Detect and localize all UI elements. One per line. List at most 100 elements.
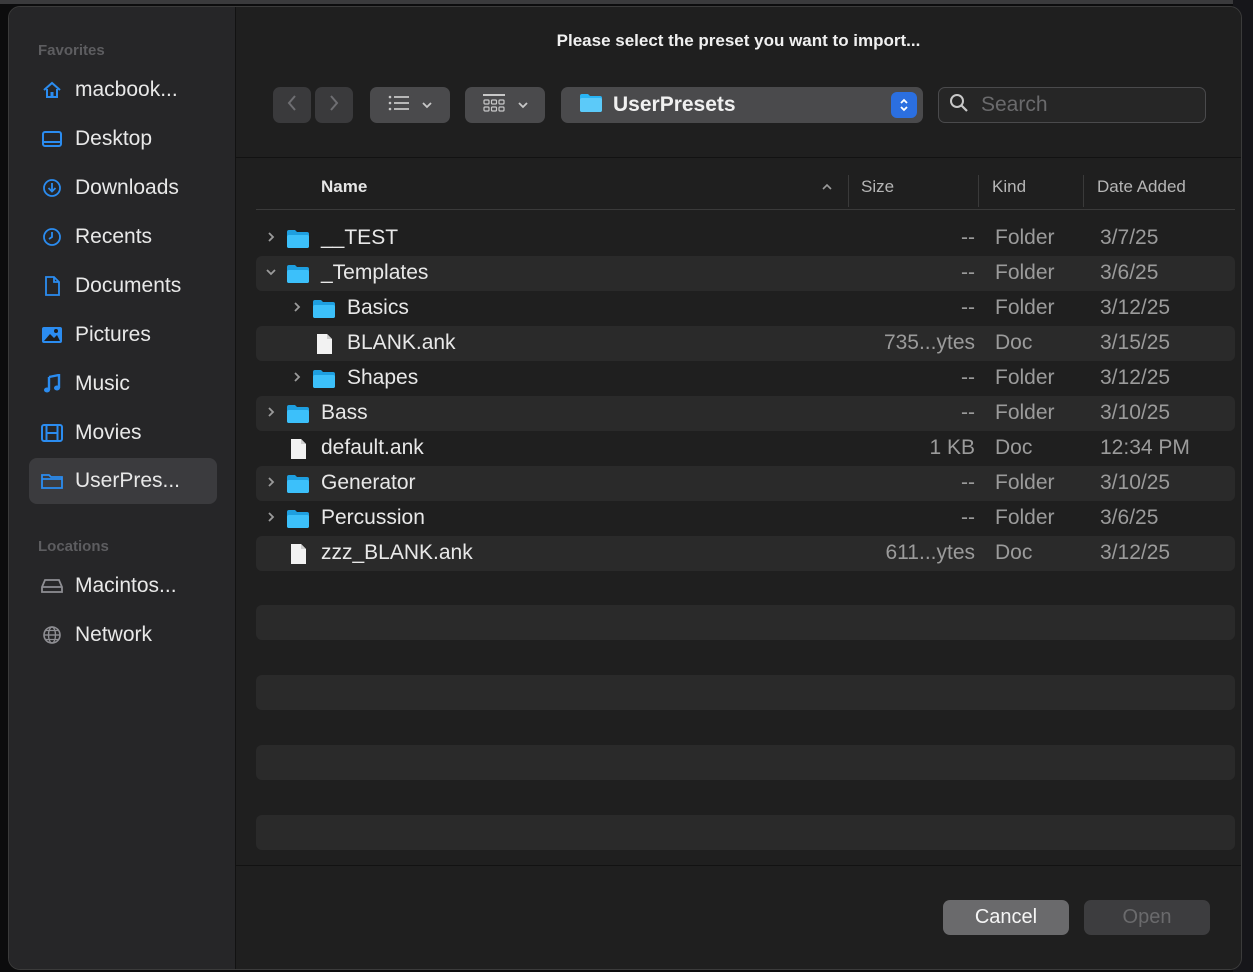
folder-icon (579, 93, 603, 118)
disclosure-collapsed-icon[interactable] (264, 404, 278, 420)
disclosure-collapsed-icon[interactable] (290, 369, 304, 385)
file-name: Basics (347, 296, 409, 319)
file-size: 1 KB (929, 436, 975, 459)
sidebar-item-recents[interactable]: Recents (29, 214, 217, 260)
list-icon (388, 95, 410, 116)
sidebar-item-label: Movies (75, 421, 142, 444)
file-kind: Folder (995, 226, 1055, 249)
column-separator (978, 175, 979, 207)
main-panel: Please select the preset you want to imp… (236, 7, 1241, 969)
folder-icon (286, 403, 310, 425)
sidebar-item-movies[interactable]: Movies (29, 410, 217, 456)
file-row[interactable]: Generator -- Folder 3/10/25 (256, 466, 1235, 501)
locations-section-title: Locations (38, 538, 109, 555)
file-row[interactable]: Percussion -- Folder 3/6/25 (256, 501, 1235, 536)
column-header-row: Name Size Kind Date Added (236, 169, 1241, 209)
cancel-button[interactable]: Cancel (943, 900, 1069, 935)
sidebar-item-label: Macintos... (75, 574, 177, 597)
file-row[interactable]: Shapes -- Folder 3/12/25 (256, 361, 1235, 396)
disclosure-collapsed-icon[interactable] (264, 474, 278, 490)
sidebar-item-userpresets[interactable]: UserPres... (29, 458, 217, 504)
file-row[interactable]: default.ank 1 KB Doc 12:34 PM (256, 431, 1235, 466)
movies-icon (41, 422, 63, 444)
sidebar-item-music[interactable]: Music (29, 361, 217, 407)
open-file-dialog: Favorites macbook... Desktop Downloads R… (8, 6, 1242, 970)
sidebar-item-macintosh-hd[interactable]: Macintos... (29, 563, 217, 609)
header-divider (256, 209, 1235, 210)
file-row[interactable]: BLANK.ank 735...ytes Doc 3/15/25 (256, 326, 1235, 361)
sidebar-item-label: Documents (75, 274, 182, 297)
background-window-edge (0, 0, 1253, 4)
empty-row-stripe (256, 675, 1235, 710)
folder-icon (286, 263, 310, 285)
sidebar-item-label: macbook... (75, 78, 178, 101)
disclosure-collapsed-icon[interactable] (264, 229, 278, 245)
file-size: 735...ytes (883, 331, 975, 354)
empty-row-stripe (256, 815, 1235, 850)
sidebar-item-documents[interactable]: Documents (29, 263, 217, 309)
favorites-section-title: Favorites (38, 42, 105, 59)
sidebar-item-desktop[interactable]: Desktop (29, 116, 217, 162)
pictures-icon (41, 324, 63, 346)
column-header-size[interactable]: Size (861, 177, 894, 197)
list-view-button[interactable] (370, 87, 450, 123)
file-size: -- (961, 401, 975, 424)
file-kind: Folder (995, 296, 1055, 319)
sort-ascending-icon (821, 179, 833, 197)
sidebar-item-pictures[interactable]: Pictures (29, 312, 217, 358)
column-header-name[interactable]: Name (321, 177, 367, 197)
sidebar-item-label: Music (75, 372, 130, 395)
file-row[interactable]: __TEST -- Folder 3/7/25 (256, 221, 1235, 256)
hard-drive-icon (41, 575, 63, 597)
file-row[interactable]: zzz_BLANK.ank 611...ytes Doc 3/12/25 (256, 536, 1235, 571)
file-name: Shapes (347, 366, 419, 389)
file-kind: Doc (995, 541, 1033, 564)
forward-button[interactable] (315, 87, 353, 123)
disclosure-expanded-icon[interactable] (264, 264, 278, 280)
column-separator (848, 175, 849, 207)
file-name: Bass (321, 401, 368, 424)
sidebar-item-label: Pictures (75, 323, 151, 346)
location-label: UserPresets (613, 93, 736, 116)
column-header-date-added[interactable]: Date Added (1097, 177, 1186, 197)
file-kind: Folder (995, 401, 1055, 424)
search-input[interactable] (979, 92, 1183, 118)
disclosure-collapsed-icon[interactable] (264, 509, 278, 525)
folder-icon (312, 298, 336, 320)
grid-icon (482, 93, 506, 118)
updown-chevron-icon (891, 92, 917, 118)
recents-icon (41, 226, 63, 248)
sidebar-item-label: Desktop (75, 127, 153, 150)
file-name: Generator (321, 471, 416, 494)
file-date-added: 3/10/25 (1100, 471, 1171, 494)
file-kind: Folder (995, 261, 1055, 284)
file-name: BLANK.ank (347, 331, 456, 354)
file-kind: Folder (995, 471, 1055, 494)
file-kind: Folder (995, 366, 1055, 389)
file-name: default.ank (321, 436, 424, 459)
chevron-down-icon (518, 96, 528, 114)
back-button[interactable] (273, 87, 311, 123)
file-row[interactable]: _Templates -- Folder 3/6/25 (256, 256, 1235, 291)
chevron-right-icon (328, 94, 340, 117)
chevron-down-icon (422, 96, 432, 114)
file-date-added: 3/10/25 (1100, 401, 1171, 424)
search-field[interactable] (938, 87, 1206, 123)
sidebar-item-network[interactable]: Network (29, 612, 217, 658)
open-button[interactable]: Open (1084, 900, 1210, 935)
group-view-button[interactable] (465, 87, 545, 123)
column-separator (1083, 175, 1084, 207)
sidebar-item-label: Downloads (75, 176, 179, 199)
sidebar-item-label: Recents (75, 225, 153, 248)
sidebar-item-downloads[interactable]: Downloads (29, 165, 217, 211)
file-name: Percussion (321, 506, 425, 529)
sidebar-item-home[interactable]: macbook... (29, 67, 217, 113)
dialog-title: Please select the preset you want to imp… (556, 31, 921, 50)
file-row[interactable]: Basics -- Folder 3/12/25 (256, 291, 1235, 326)
column-header-kind[interactable]: Kind (992, 177, 1026, 197)
folder-icon (312, 368, 336, 390)
file-row[interactable]: Bass -- Folder 3/10/25 (256, 396, 1235, 431)
location-popup[interactable]: UserPresets (561, 87, 923, 123)
file-date-added: 3/7/25 (1100, 226, 1159, 249)
disclosure-collapsed-icon[interactable] (290, 299, 304, 315)
